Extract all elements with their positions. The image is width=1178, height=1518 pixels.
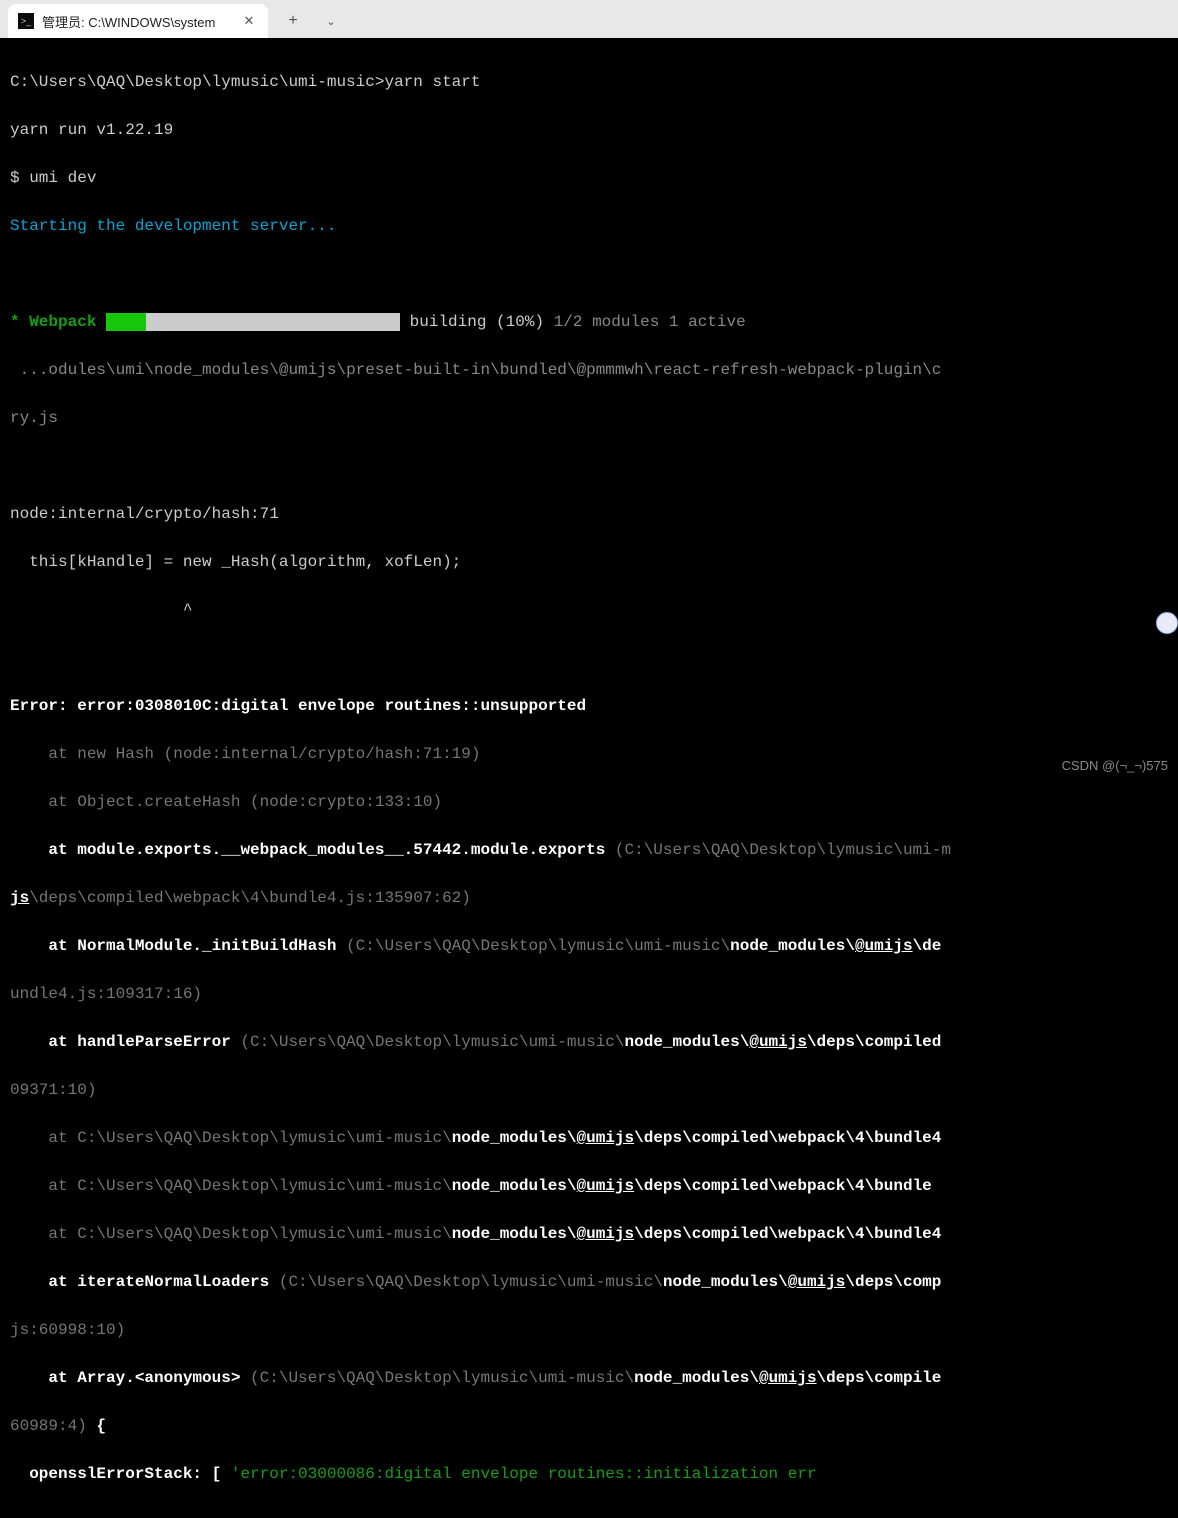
trace-10c: node_modules\	[634, 1369, 759, 1387]
trace-8c: node_modules\	[452, 1225, 577, 1243]
close-tab-icon[interactable]: ✕	[240, 12, 258, 30]
trace-9e: \deps\comp	[845, 1273, 941, 1291]
trace-4d: @umijs	[855, 937, 913, 955]
hash-code-line: this[kHandle] = new _Hash(algorithm, xof…	[10, 550, 1168, 574]
umi-dev-line: $ umi dev	[10, 166, 1168, 190]
progress-bar-empty	[146, 313, 400, 331]
trace-3d: \deps\compiled\webpack\4\bundle4.js:1359…	[29, 889, 471, 907]
trace-4b: (C:\Users\QAQ\Desktop\lymusic\umi-music\	[346, 937, 730, 955]
trace-7a: at	[10, 1177, 77, 1195]
trace-7d: @umijs	[577, 1177, 635, 1195]
openssl-msg: 'error:03000086:digital envelope routine…	[231, 1465, 817, 1483]
yarn-run-line: yarn run v1.22.19	[10, 118, 1168, 142]
prompt-command: yarn start	[384, 73, 480, 91]
webpack-label: * Webpack	[10, 313, 96, 331]
trace-10e: \deps\compile	[817, 1369, 942, 1387]
titlebar: >_ 管理员: C:\WINDOWS\system ✕ + ⌄	[0, 0, 1178, 38]
terminal-output[interactable]: C:\Users\QAQ\Desktop\lymusic\umi-music>y…	[0, 38, 1178, 1518]
tab-dropdown-button[interactable]: ⌄	[314, 6, 348, 36]
trace-4a: at NormalModule._initBuildHash	[10, 937, 346, 955]
trace-6e: \deps\compiled\webpack\4\bundle4	[634, 1129, 941, 1147]
module-path-1: ...odules\umi\node_modules\@umijs\preset…	[10, 361, 941, 379]
trace-8e: \deps\compiled\webpack\4\bundle4	[634, 1225, 941, 1243]
trace-2: at Object.createHash (node:crypto:133:10…	[10, 790, 1168, 814]
trace-4e: \de	[913, 937, 942, 955]
tab-title: 管理员: C:\WINDOWS\system	[42, 12, 215, 31]
module-path-2: ry.js	[10, 409, 58, 427]
trace-5f: 09371:10)	[10, 1078, 1168, 1102]
trace-9d: @umijs	[788, 1273, 846, 1291]
trace-5a: at handleParseError	[10, 1033, 231, 1051]
prompt-path: C:\Users\QAQ\Desktop\lymusic\umi-music>	[10, 73, 384, 91]
trace-10a: at Array.<anonymous>	[10, 1369, 240, 1387]
trace-8b: C:\Users\QAQ\Desktop\lymusic\umi-music\	[77, 1225, 451, 1243]
trace-7b: C:\Users\QAQ\Desktop\lymusic\umi-music\	[77, 1177, 451, 1195]
trace-3c: js	[10, 889, 29, 907]
trace-6c: node_modules\	[452, 1129, 577, 1147]
window-tab[interactable]: >_ 管理员: C:\WINDOWS\system ✕	[8, 4, 268, 38]
trace-5e: \deps\compiled	[807, 1033, 941, 1051]
trace-6a: at	[10, 1129, 77, 1147]
trace-7c: node_modules\	[452, 1177, 577, 1195]
trace-1: at new Hash (node:internal/crypto/hash:7…	[10, 742, 1168, 766]
openssl-label: opensslErrorStack: [	[10, 1465, 231, 1483]
trace-3b: (C:\Users\QAQ\Desktop\lymusic\umi-m	[605, 841, 951, 859]
trace-10d: @umijs	[759, 1369, 817, 1387]
starting-server-line: Starting the development server...	[10, 214, 1168, 238]
trace-4c: node_modules\	[730, 937, 855, 955]
trace-10b: (C:\Users\QAQ\Desktop\lymusic\umi-music\	[240, 1369, 634, 1387]
caret-line: ^	[10, 598, 1168, 622]
trace-9c: node_modules\	[663, 1273, 788, 1291]
trace-7e: \deps\compiled\webpack\4\bundle	[634, 1177, 932, 1195]
trace-8d: @umijs	[577, 1225, 635, 1243]
building-text: building (10%)	[410, 313, 544, 331]
trace-6b: C:\Users\QAQ\Desktop\lymusic\umi-music\	[77, 1129, 451, 1147]
progress-bar-filled	[106, 313, 146, 331]
trace-6d: @umijs	[577, 1129, 635, 1147]
node-internal-line: node:internal/crypto/hash:71	[10, 502, 1168, 526]
trace-4f: undle4.js:109317:16)	[10, 982, 1168, 1006]
tab-actions: + ⌄	[268, 4, 348, 38]
trace-8a: at	[10, 1225, 77, 1243]
trace-10g: {	[87, 1417, 106, 1435]
modules-info: 1/2 modules 1 active	[554, 313, 746, 331]
trace-10f: 60989:4)	[10, 1417, 87, 1435]
trace-9b: (C:\Users\QAQ\Desktop\lymusic\umi-music\	[269, 1273, 663, 1291]
trace-5d: @umijs	[749, 1033, 807, 1051]
side-badge-icon	[1156, 612, 1178, 634]
new-tab-button[interactable]: +	[276, 6, 310, 36]
trace-3a: at module.exports.__webpack_modules__.57…	[10, 841, 605, 859]
trace-5b: (C:\Users\QAQ\Desktop\lymusic\umi-music\	[231, 1033, 625, 1051]
terminal-icon: >_	[18, 13, 34, 29]
trace-9f: js:60998:10)	[10, 1318, 1168, 1342]
trace-5c: node_modules\	[625, 1033, 750, 1051]
error-main-line: Error: error:0308010C:digital envelope r…	[10, 694, 1168, 718]
trace-9a: at iterateNormalLoaders	[10, 1273, 269, 1291]
